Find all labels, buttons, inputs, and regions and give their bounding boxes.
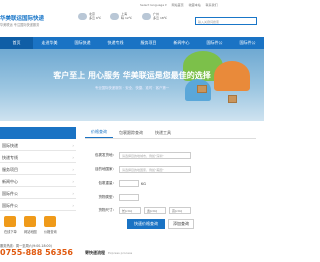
form-row-weight: 包裹重量： KG	[85, 179, 146, 188]
logo-subtitle: 华美联运 专注国际快递服务	[0, 23, 40, 27]
form-row-destination: 目的地国家： 请选择目的地国家，例如"美国"	[85, 165, 191, 174]
sidebar-item-label: 国际件公	[2, 191, 18, 196]
nav-item-about[interactable]: 走进华美	[33, 37, 66, 49]
nav-item-more[interactable]: 国际件公	[198, 37, 231, 49]
nav-item-more-2[interactable]: 国际件公	[231, 37, 264, 49]
destination-label: 目的地国家：	[95, 167, 116, 171]
banner-subtitle: 专业国际快递服务 · 安全、快捷、准时 · 客户第一	[94, 86, 170, 90]
header: 华美联运国际快递 华美联运 专注国际快递服务 北京 多云 6℃ 上海晴 12℃ 广…	[0, 0, 264, 37]
top-links: Select language ▾ 网站首页 收藏本站 联系我们	[140, 3, 218, 7]
nav-item-services[interactable]: 服务项目	[132, 37, 165, 49]
banner-headline: 客户至上 用心服务 华美联运是您最佳的选择	[53, 71, 211, 80]
search-input[interactable]: 输入关键词搜索	[195, 17, 257, 25]
sidebar-item-label: 国际快递	[2, 143, 18, 148]
sidebar-item[interactable]: 快递专线 ›	[0, 151, 76, 163]
main-nav: 首页 走进华美 国际快递 快递专线 服务项目 新闻中心 国际件公 国际件公	[0, 37, 264, 49]
chevron-right-icon: ›	[72, 179, 74, 184]
query-button[interactable]: 快速价格查询	[127, 219, 165, 229]
weather-shanghai: 上海晴 12℃	[110, 12, 133, 21]
nav-item-news[interactable]: 新闻中心	[165, 37, 198, 49]
length-select[interactable]: 长(cm)	[119, 207, 141, 214]
cloud-icon	[78, 13, 87, 21]
process-title-en: Express process	[108, 251, 133, 255]
service-label: 价格查询	[44, 230, 57, 234]
process-title: 寄快递流程	[85, 250, 105, 255]
sun-icon	[110, 13, 119, 21]
sidebar-item-label: 新闻中心	[2, 179, 18, 184]
sidebar-item-label: 服务项目	[2, 167, 18, 172]
chevron-right-icon: ›	[72, 155, 74, 160]
sidebar-item[interactable]: 国际件公 ›	[0, 199, 76, 211]
service-label: 在线下单	[4, 230, 17, 234]
weight-input[interactable]	[119, 180, 139, 187]
weather-temp: 晴 12℃	[121, 15, 133, 20]
sidebar-item-label: 国际件公	[2, 203, 18, 208]
weight-unit: KG	[141, 181, 147, 186]
cargo-type-input[interactable]	[119, 194, 139, 201]
height-select[interactable]: 高(cm)	[169, 207, 191, 214]
sidebar-item[interactable]: 国际件公 ›	[0, 187, 76, 199]
sidebar-item-label: 快递专线	[2, 155, 18, 160]
size-label: 货物尺寸：	[98, 208, 117, 212]
order-icon	[4, 216, 17, 227]
query-tabs: 价格查询 包裹跟踪查询 快递工具	[85, 127, 256, 139]
service-price-query[interactable]: 价格查询	[44, 216, 57, 234]
package-illustration	[228, 95, 237, 103]
hotline-number: 0755-888 56356	[0, 248, 73, 257]
service-sitemap[interactable]: 网站地图	[24, 216, 37, 234]
form-row-type: 货物类型：	[85, 193, 139, 202]
width-select[interactable]: 宽(cm)	[144, 207, 166, 214]
sidebar-header	[0, 127, 76, 139]
language-select[interactable]: Select language ▾	[140, 3, 167, 7]
service-label: 网站地图	[24, 230, 37, 234]
chevron-right-icon: ›	[72, 191, 74, 196]
sitemap-icon	[24, 216, 37, 227]
sidebar-item[interactable]: 国际快递 ›	[0, 139, 76, 151]
process-section-title: 寄快递流程 Express process	[85, 250, 132, 256]
nav-item-home[interactable]: 首页	[0, 37, 33, 49]
tab-tools[interactable]: 快递工具	[149, 127, 177, 138]
price-icon	[44, 216, 57, 227]
service-online-order[interactable]: 在线下单	[4, 216, 17, 234]
nav-item-express[interactable]: 国际快递	[66, 37, 99, 49]
home-link[interactable]: 网站首页	[172, 3, 184, 7]
sidebar-item[interactable]: 服务项目 ›	[0, 163, 76, 175]
weather-temp: 多云 18℃	[153, 15, 168, 20]
tab-price-query[interactable]: 价格查询	[85, 127, 113, 138]
bookmark-link[interactable]: 收藏本站	[189, 3, 201, 7]
cloud-icon	[142, 13, 151, 21]
logo-title[interactable]: 华美联运国际快递	[0, 14, 44, 22]
contact-link[interactable]: 联系我们	[206, 3, 218, 7]
destination-input[interactable]: 请选择目的地国家，例如"美国"	[119, 166, 191, 173]
origin-label: 包裹发货地：	[95, 153, 116, 157]
cargo-type-label: 货物类型：	[98, 195, 117, 199]
weather-temp: 多云 6℃	[89, 15, 102, 20]
weather-guangzhou: 广州 多云 18℃	[142, 12, 168, 21]
form-row-size: 货物尺寸： 长(cm) 宽(cm) 高(cm)	[85, 206, 194, 215]
form-row-origin: 包裹发货地： 请选择目的地城市，例如"深圳"	[85, 151, 191, 160]
hero-banner[interactable]: 客户至上 用心服务 华美联运是您最佳的选择 专业国际快递服务 · 安全、快捷、准…	[0, 49, 264, 121]
sidebar: 国际快递 › 快递专线 › 服务项目 › 新闻中心 › 国际件公 › 国际件公 › 在线下单…	[0, 127, 76, 262]
add-query-button[interactable]: 添加查询	[168, 219, 194, 229]
origin-input[interactable]: 请选择目的地城市，例如"深圳"	[119, 152, 191, 159]
chevron-right-icon: ›	[72, 143, 74, 148]
nav-item-lines[interactable]: 快递专线	[99, 37, 132, 49]
chevron-right-icon: ›	[72, 203, 74, 208]
chevron-right-icon: ›	[72, 167, 74, 172]
sidebar-item[interactable]: 新闻中心 ›	[0, 175, 76, 187]
weight-label: 包裹重量：	[98, 181, 117, 185]
tab-tracking[interactable]: 包裹跟踪查询	[113, 127, 149, 138]
weather-beijing: 北京 多云 6℃	[78, 12, 102, 21]
